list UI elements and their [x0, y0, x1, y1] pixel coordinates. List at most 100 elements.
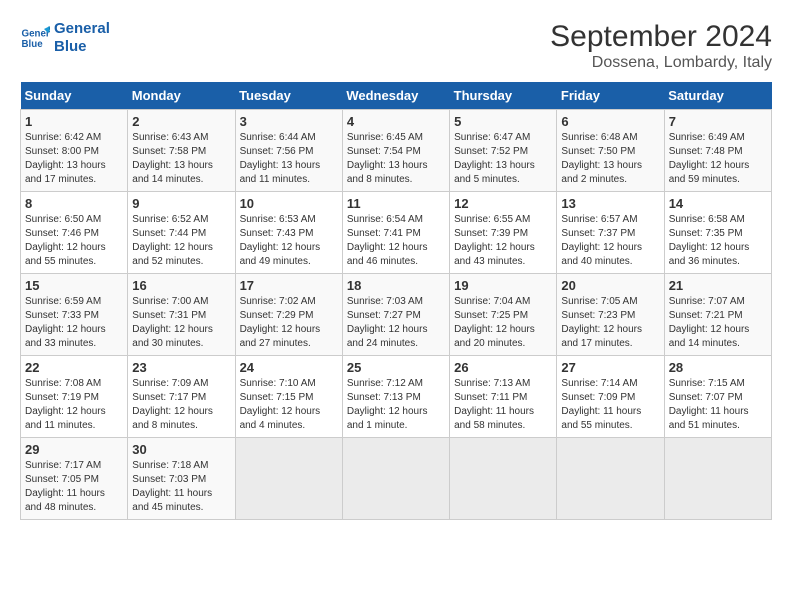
- day-number: 13: [561, 196, 659, 211]
- day-number: 17: [240, 278, 338, 293]
- calendar-week-row: 29Sunrise: 7:17 AMSunset: 7:05 PMDayligh…: [21, 438, 772, 520]
- table-row: 28Sunrise: 7:15 AMSunset: 7:07 PMDayligh…: [664, 356, 771, 438]
- day-info: Sunrise: 7:13 AMSunset: 7:11 PMDaylight:…: [454, 377, 552, 433]
- day-info: Sunrise: 7:04 AMSunset: 7:25 PMDaylight:…: [454, 295, 552, 351]
- day-info: Sunrise: 6:53 AMSunset: 7:43 PMDaylight:…: [240, 213, 338, 269]
- table-row: [235, 438, 342, 520]
- table-row: 19 Sunrise: 7:04 AMSunset: 7:25 PMDayligh…: [450, 274, 557, 356]
- table-row: 25 Sunrise: 7:12 AMSunset: 7:13 PMDayligh…: [342, 356, 449, 438]
- day-info: Sunrise: 7:12 AMSunset: 7:13 PMDaylight:…: [347, 377, 445, 433]
- table-row: 3Sunrise: 6:44 AMSunset: 7:56 PMDaylight…: [235, 110, 342, 192]
- page-header: General Blue General Blue September 2024…: [20, 20, 772, 72]
- table-row: 10 Sunrise: 6:53 AMSunset: 7:43 PMDayligh…: [235, 192, 342, 274]
- header-saturday: Saturday: [664, 82, 771, 110]
- table-row: 2 Sunrise: 6:43 AMSunset: 7:58 PMDaylight…: [128, 110, 235, 192]
- day-number: 20: [561, 278, 659, 293]
- table-row: 11Sunrise: 6:54 AMSunset: 7:41 PMDayligh…: [342, 192, 449, 274]
- day-number: 26: [454, 360, 552, 375]
- table-row: 22Sunrise: 7:08 AMSunset: 7:19 PMDayligh…: [21, 356, 128, 438]
- day-info: Sunrise: 7:00 AMSunset: 7:31 PMDaylight:…: [132, 295, 230, 351]
- day-number: 30: [132, 442, 230, 457]
- day-number: 25: [347, 360, 445, 375]
- calendar-table: Sunday Monday Tuesday Wednesday Thursday…: [20, 82, 772, 520]
- table-row: [557, 438, 664, 520]
- day-number: 2: [132, 114, 230, 129]
- table-row: 13 Sunrise: 6:57 AMSunset: 7:37 PMDayligh…: [557, 192, 664, 274]
- day-number: 6: [561, 114, 659, 129]
- day-info: Sunrise: 6:59 AMSunset: 7:33 PMDaylight:…: [25, 295, 123, 351]
- header-tuesday: Tuesday: [235, 82, 342, 110]
- table-row: 12Sunrise: 6:55 AMSunset: 7:39 PMDayligh…: [450, 192, 557, 274]
- table-row: 20 Sunrise: 7:05 AMSunset: 7:23 PMDayligh…: [557, 274, 664, 356]
- table-row: 26 Sunrise: 7:13 AMSunset: 7:11 PMDayligh…: [450, 356, 557, 438]
- day-number: 21: [669, 278, 767, 293]
- table-row: 17 Sunrise: 7:02 AMSunset: 7:29 PMDayligh…: [235, 274, 342, 356]
- day-info: Sunrise: 6:50 AMSunset: 7:46 PMDaylight:…: [25, 213, 123, 269]
- day-number: 29: [25, 442, 123, 457]
- table-row: [450, 438, 557, 520]
- header-friday: Friday: [557, 82, 664, 110]
- calendar-week-row: 1 Sunrise: 6:42 AMSunset: 8:00 PMDaylight…: [21, 110, 772, 192]
- day-number: 24: [240, 360, 338, 375]
- table-row: 14Sunrise: 6:58 AMSunset: 7:35 PMDayligh…: [664, 192, 771, 274]
- table-row: 23Sunrise: 7:09 AMSunset: 7:17 PMDayligh…: [128, 356, 235, 438]
- day-info: Sunrise: 7:03 AMSunset: 7:27 PMDaylight:…: [347, 295, 445, 351]
- day-number: 9: [132, 196, 230, 211]
- logo-line1: General: [54, 20, 110, 38]
- table-row: 9 Sunrise: 6:52 AMSunset: 7:44 PMDaylight…: [128, 192, 235, 274]
- day-info: Sunrise: 6:45 AMSunset: 7:54 PMDaylight:…: [347, 131, 445, 187]
- calendar-week-row: 22Sunrise: 7:08 AMSunset: 7:19 PMDayligh…: [21, 356, 772, 438]
- day-info: Sunrise: 6:48 AMSunset: 7:50 PMDaylight:…: [561, 131, 659, 187]
- table-row: 29Sunrise: 7:17 AMSunset: 7:05 PMDayligh…: [21, 438, 128, 520]
- day-info: Sunrise: 7:07 AMSunset: 7:21 PMDaylight:…: [669, 295, 767, 351]
- day-number: 19: [454, 278, 552, 293]
- day-info: Sunrise: 6:43 AMSunset: 7:58 PMDaylight:…: [132, 131, 230, 187]
- day-number: 7: [669, 114, 767, 129]
- day-number: 10: [240, 196, 338, 211]
- day-number: 22: [25, 360, 123, 375]
- day-number: 3: [240, 114, 338, 129]
- day-number: 11: [347, 196, 445, 211]
- day-number: 1: [25, 114, 123, 129]
- header-thursday: Thursday: [450, 82, 557, 110]
- table-row: 30 Sunrise: 7:18 AMSunset: 7:03 PMDayligh…: [128, 438, 235, 520]
- day-number: 8: [25, 196, 123, 211]
- day-info: Sunrise: 6:42 AMSunset: 8:00 PMDaylight:…: [25, 131, 123, 187]
- day-info: Sunrise: 6:57 AMSunset: 7:37 PMDaylight:…: [561, 213, 659, 269]
- table-row: 24Sunrise: 7:10 AMSunset: 7:15 PMDayligh…: [235, 356, 342, 438]
- svg-text:Blue: Blue: [22, 39, 44, 50]
- table-row: 6 Sunrise: 6:48 AMSunset: 7:50 PMDaylight…: [557, 110, 664, 192]
- calendar-header-row: Sunday Monday Tuesday Wednesday Thursday…: [21, 82, 772, 110]
- table-row: 16 Sunrise: 7:00 AMSunset: 7:31 PMDayligh…: [128, 274, 235, 356]
- day-info: Sunrise: 7:02 AMSunset: 7:29 PMDaylight:…: [240, 295, 338, 351]
- day-number: 4: [347, 114, 445, 129]
- day-info: Sunrise: 6:52 AMSunset: 7:44 PMDaylight:…: [132, 213, 230, 269]
- header-wednesday: Wednesday: [342, 82, 449, 110]
- day-number: 14: [669, 196, 767, 211]
- header-sunday: Sunday: [21, 82, 128, 110]
- logo-icon: General Blue: [20, 23, 50, 53]
- day-number: 16: [132, 278, 230, 293]
- table-row: [342, 438, 449, 520]
- table-row: 21 Sunrise: 7:07 AMSunset: 7:21 PMDayligh…: [664, 274, 771, 356]
- day-number: 15: [25, 278, 123, 293]
- page-title: September 2024: [550, 20, 772, 54]
- day-info: Sunrise: 7:05 AMSunset: 7:23 PMDaylight:…: [561, 295, 659, 351]
- day-info: Sunrise: 7:18 AMSunset: 7:03 PMDaylight:…: [132, 459, 230, 515]
- day-info: Sunrise: 6:47 AMSunset: 7:52 PMDaylight:…: [454, 131, 552, 187]
- table-row: 1 Sunrise: 6:42 AMSunset: 8:00 PMDaylight…: [21, 110, 128, 192]
- page-subtitle: Dossena, Lombardy, Italy: [550, 54, 772, 72]
- day-info: Sunrise: 6:55 AMSunset: 7:39 PMDaylight:…: [454, 213, 552, 269]
- table-row: 7 Sunrise: 6:49 AMSunset: 7:48 PMDaylight…: [664, 110, 771, 192]
- table-row: 15 Sunrise: 6:59 AMSunset: 7:33 PMDayligh…: [21, 274, 128, 356]
- title-block: September 2024 Dossena, Lombardy, Italy: [550, 20, 772, 72]
- logo: General Blue General Blue: [20, 20, 110, 56]
- table-row: 8 Sunrise: 6:50 AMSunset: 7:46 PMDaylight…: [21, 192, 128, 274]
- table-row: 27Sunrise: 7:14 AMSunset: 7:09 PMDayligh…: [557, 356, 664, 438]
- table-row: 4 Sunrise: 6:45 AMSunset: 7:54 PMDaylight…: [342, 110, 449, 192]
- day-info: Sunrise: 6:49 AMSunset: 7:48 PMDaylight:…: [669, 131, 767, 187]
- table-row: 18Sunrise: 7:03 AMSunset: 7:27 PMDayligh…: [342, 274, 449, 356]
- day-number: 28: [669, 360, 767, 375]
- day-number: 27: [561, 360, 659, 375]
- table-row: 5Sunrise: 6:47 AMSunset: 7:52 PMDaylight…: [450, 110, 557, 192]
